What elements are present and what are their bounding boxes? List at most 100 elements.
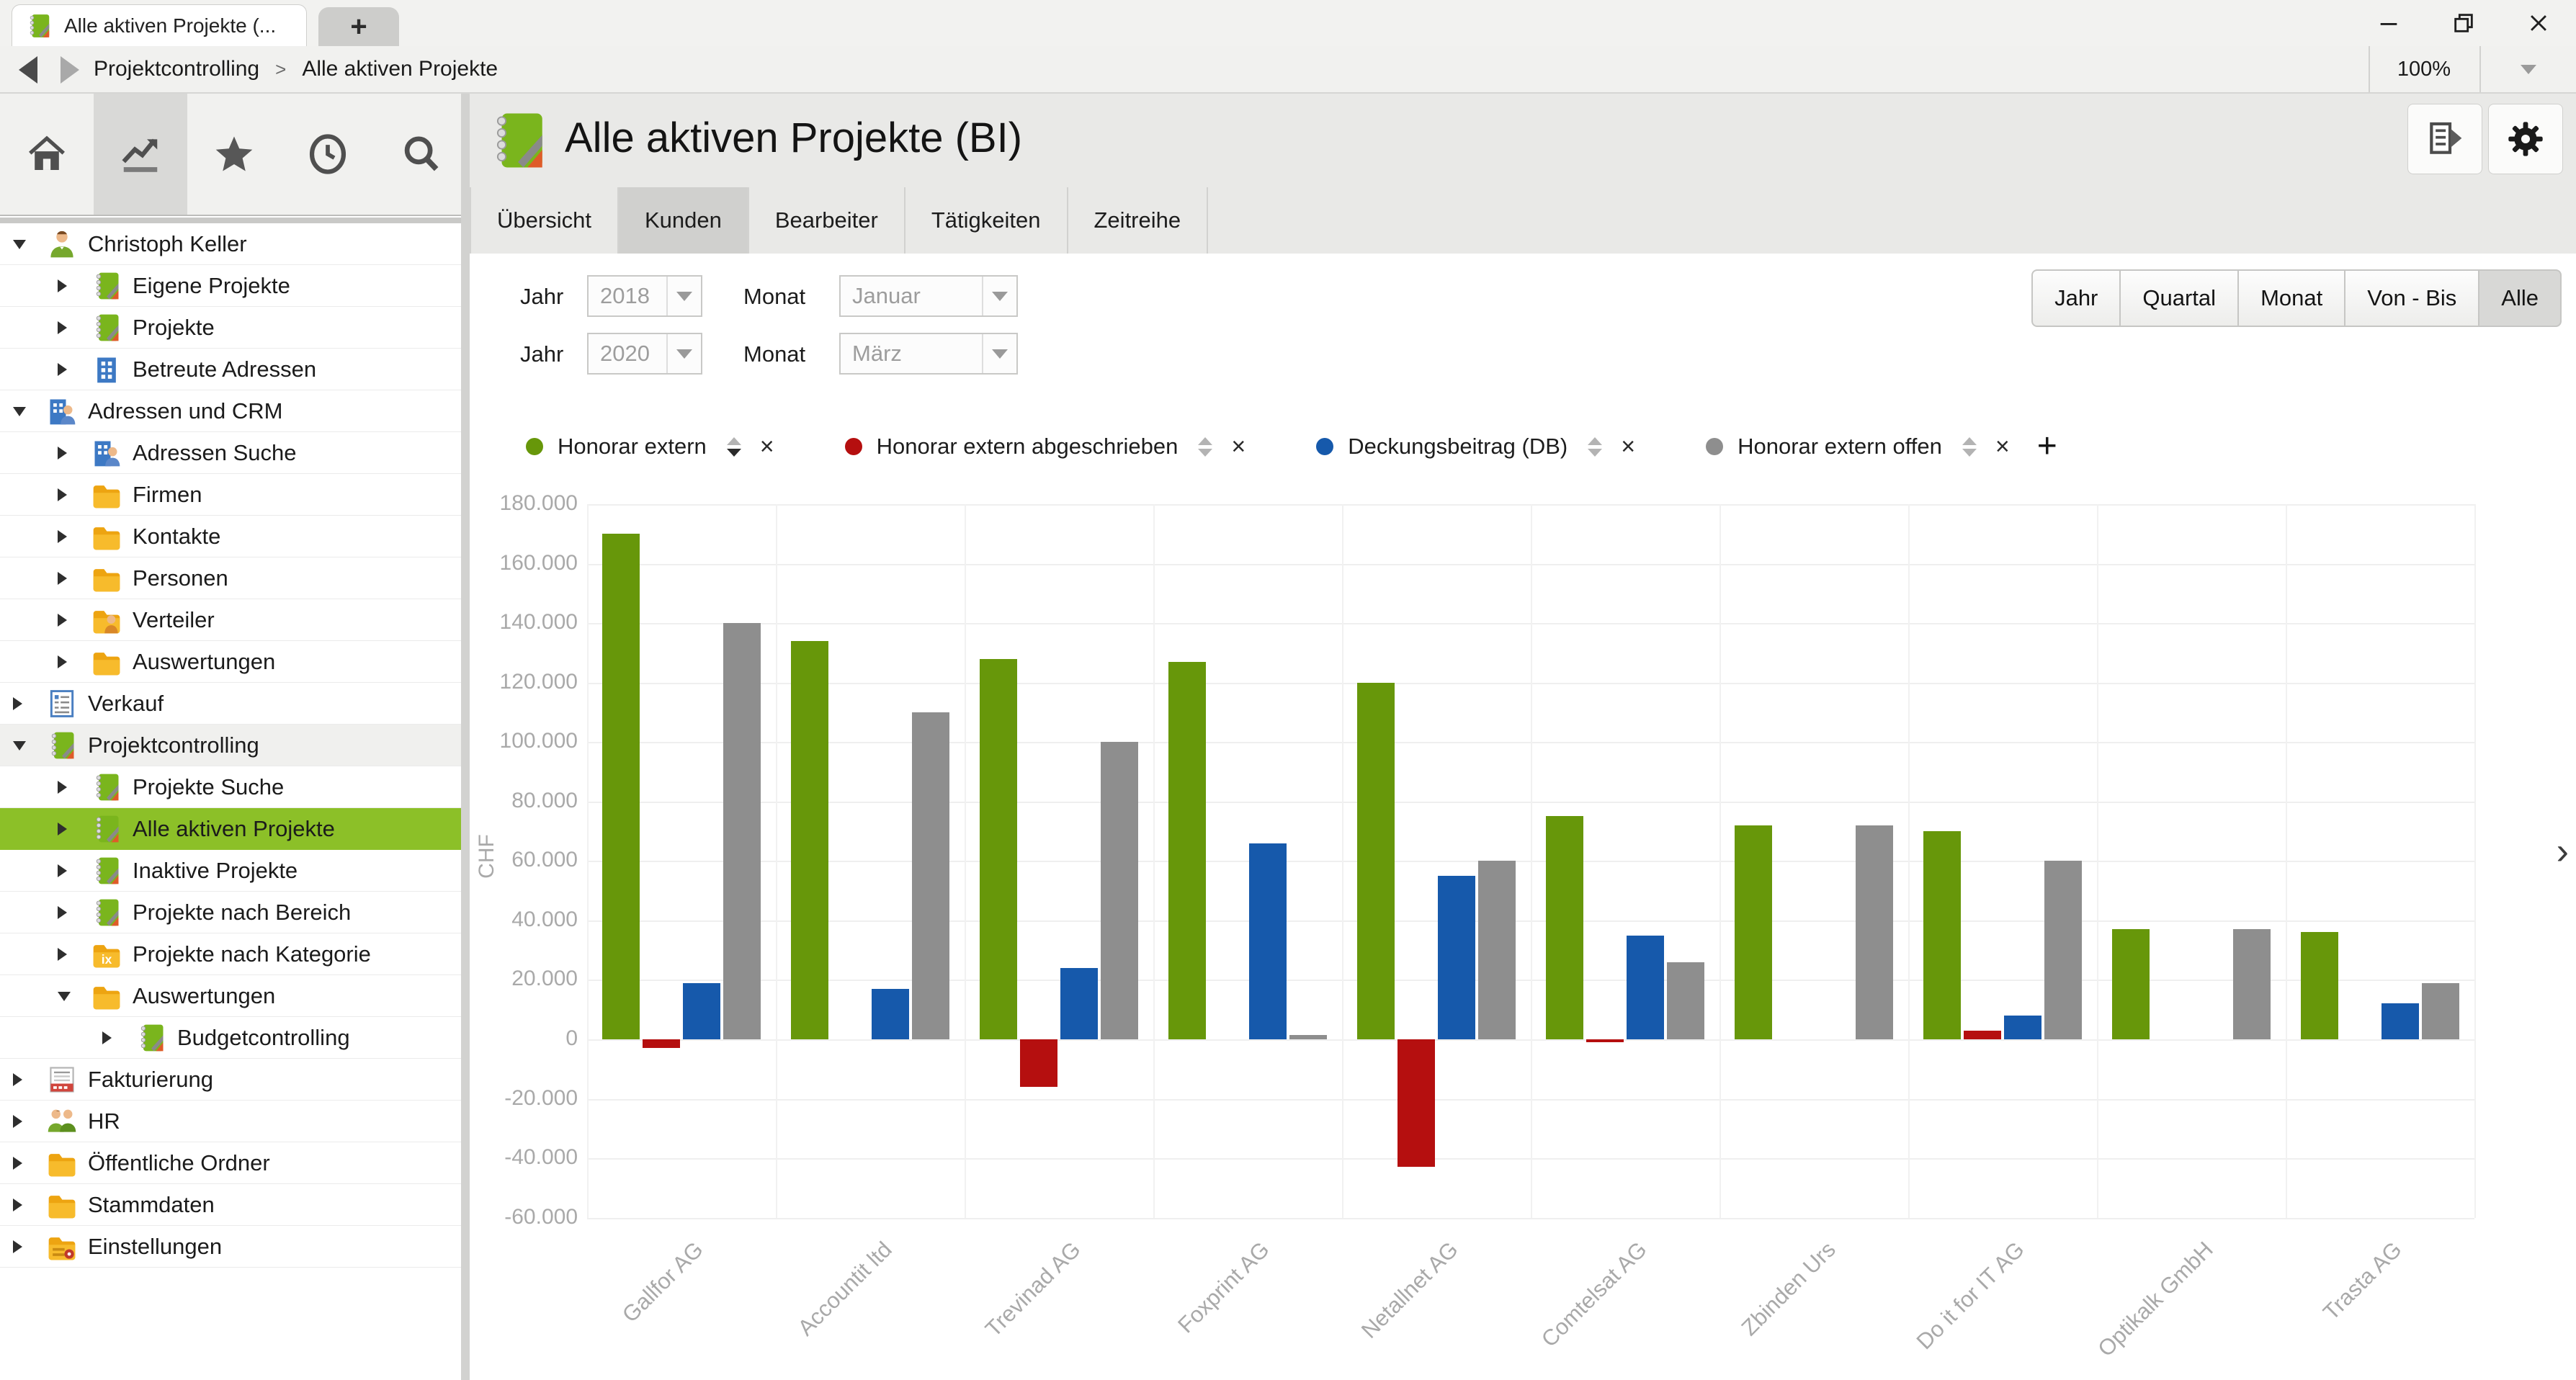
expand-arrow-icon[interactable] [58,864,67,877]
sidebar-item-stammdaten[interactable]: Stammdaten [0,1184,461,1226]
bar-honorar-extern-abgeschrieben[interactable] [1397,1039,1435,1167]
expand-arrow-icon[interactable] [58,530,67,543]
sidebar-tool-clock[interactable] [281,94,375,215]
bar-deckungsbeitrag-db-[interactable] [2004,1016,2041,1039]
bar-honorar-extern-offen[interactable] [1478,861,1516,1039]
expand-arrow-icon[interactable] [13,1073,22,1086]
bar-honorar-extern-offen[interactable] [1667,962,1704,1039]
sidebar-item-betreute-adressen[interactable]: Betreute Adressen [0,349,461,390]
bar-honorar-extern[interactable] [1168,662,1206,1039]
expand-arrow-icon[interactable] [13,1198,22,1211]
back-button[interactable] [19,56,37,84]
bar-honorar-extern-offen[interactable] [2233,929,2271,1039]
minimize-button[interactable] [2351,0,2426,46]
bar-honorar-extern[interactable] [1357,683,1395,1039]
bar-deckungsbeitrag-db-[interactable] [2382,1003,2419,1039]
expand-arrow-icon[interactable] [58,488,67,501]
sidebar-item-auswertungen[interactable]: Auswertungen [0,975,461,1017]
sidebar-item-projektcontrolling[interactable]: Projektcontrolling [0,725,461,766]
bar-honorar-extern[interactable] [980,659,1017,1039]
expand-arrow-icon[interactable] [58,906,67,919]
sidebar-item-firmen[interactable]: Firmen [0,474,461,516]
collapse-arrow-icon[interactable] [13,741,26,751]
bar-deckungsbeitrag-db-[interactable] [1438,876,1475,1039]
expand-arrow-icon[interactable] [58,363,67,376]
sidebar-item-projekte-nach-kategorie[interactable]: ixProjekte nach Kategorie [0,933,461,975]
expand-arrow-icon[interactable] [13,697,22,710]
bar-honorar-extern[interactable] [602,534,640,1039]
breadcrumb-item[interactable]: Projektcontrolling [94,57,259,81]
breadcrumb-item[interactable]: Alle aktiven Projekte [302,57,498,81]
expand-arrow-icon[interactable] [58,781,67,794]
bar-honorar-extern-abgeschrieben[interactable] [1586,1039,1624,1042]
expand-arrow-icon[interactable] [58,614,67,627]
bar-honorar-extern-offen[interactable] [2422,983,2459,1039]
bar-deckungsbeitrag-db-[interactable] [872,989,909,1039]
collapse-arrow-icon[interactable] [13,240,26,249]
bar-honorar-extern-offen[interactable] [912,712,949,1039]
new-tab-button[interactable]: + [318,7,399,46]
sidebar-tool-search[interactable] [375,94,468,215]
settings-button[interactable] [2488,104,2563,174]
expand-arrow-icon[interactable] [13,1157,22,1170]
bar-honorar-extern[interactable] [791,641,828,1039]
bar-honorar-extern-abgeschrieben[interactable] [1020,1039,1057,1087]
sidebar-tool-star[interactable] [187,94,281,215]
collapse-arrow-icon[interactable] [13,407,26,416]
tab-tätigkeiten[interactable]: Tätigkeiten [905,187,1068,254]
zoom-level[interactable]: 100% [2369,46,2478,92]
bar-deckungsbeitrag-db-[interactable] [1249,843,1287,1039]
expand-arrow-icon[interactable] [58,321,67,334]
sidebar-tool-home[interactable] [0,94,94,215]
bar-honorar-extern-abgeschrieben[interactable] [643,1039,680,1048]
tab-übersicht[interactable]: Übersicht [470,187,619,254]
bar-honorar-extern-offen[interactable] [723,623,761,1039]
bar-honorar-extern[interactable] [2112,929,2150,1039]
bar-honorar-extern[interactable] [1546,816,1583,1039]
restore-button[interactable] [2426,0,2501,46]
sidebar-scrollbar[interactable] [461,94,470,1380]
expand-arrow-icon[interactable] [58,655,67,668]
bar-honorar-extern[interactable] [1923,831,1961,1039]
sidebar-tool-trend[interactable] [94,94,187,215]
close-button[interactable] [2501,0,2576,46]
bar-honorar-extern-offen[interactable] [1289,1035,1327,1039]
expand-arrow-icon[interactable] [13,1240,22,1253]
expand-arrow-icon[interactable] [58,447,67,460]
sidebar-item-projekte-nach-bereich[interactable]: Projekte nach Bereich [0,892,461,933]
tab-kunden[interactable]: Kunden [619,187,749,254]
expand-arrow-icon[interactable] [102,1031,112,1044]
expand-arrow-icon[interactable] [58,572,67,585]
sidebar-item-hr[interactable]: HR [0,1101,461,1142]
sidebar-item-projekte-suche[interactable]: Projekte Suche [0,766,461,808]
next-page-chevron-icon[interactable]: › [2557,830,2569,873]
bar-deckungsbeitrag-db-[interactable] [1060,968,1098,1039]
zoom-dropdown-button[interactable] [2479,46,2576,92]
sidebar-item-personen[interactable]: Personen [0,557,461,599]
bar-honorar-extern-offen[interactable] [1101,742,1138,1039]
collapse-arrow-icon[interactable] [58,992,71,1001]
sidebar-item-einstellungen[interactable]: Einstellungen [0,1226,461,1268]
expand-arrow-icon[interactable] [58,279,67,292]
sidebar-item-eigene-projekte[interactable]: Eigene Projekte [0,265,461,307]
tab-zeitreihe[interactable]: Zeitreihe [1068,187,1209,254]
bar-honorar-extern-offen[interactable] [1856,825,1893,1039]
bar-honorar-extern[interactable] [2301,932,2338,1039]
expand-arrow-icon[interactable] [13,1115,22,1128]
sidebar-item-alle-aktiven-projekte[interactable]: Alle aktiven Projekte [0,808,461,850]
sidebar-item-christoph-keller[interactable]: Christoph Keller [0,223,461,265]
sidebar-item-budgetcontrolling[interactable]: Budgetcontrolling [0,1017,461,1059]
sidebar-item-adressen-suche[interactable]: Adressen Suche [0,432,461,474]
bar-deckungsbeitrag-db-[interactable] [1627,936,1664,1039]
report-button[interactable] [2407,104,2482,174]
expand-arrow-icon[interactable] [58,823,67,835]
sidebar-item-inaktive-projekte[interactable]: Inaktive Projekte [0,850,461,892]
tab-bearbeiter[interactable]: Bearbeiter [749,187,905,254]
forward-button[interactable] [61,56,79,84]
bar-deckungsbeitrag-db-[interactable] [683,983,720,1039]
sidebar-item-projekte[interactable]: Projekte [0,307,461,349]
bar-honorar-extern-abgeschrieben[interactable] [1964,1031,2001,1039]
sidebar-item-verkauf[interactable]: Verkauf [0,683,461,725]
bar-honorar-extern-offen[interactable] [2044,861,2082,1039]
document-tab[interactable]: Alle aktiven Projekte (... [12,4,307,46]
